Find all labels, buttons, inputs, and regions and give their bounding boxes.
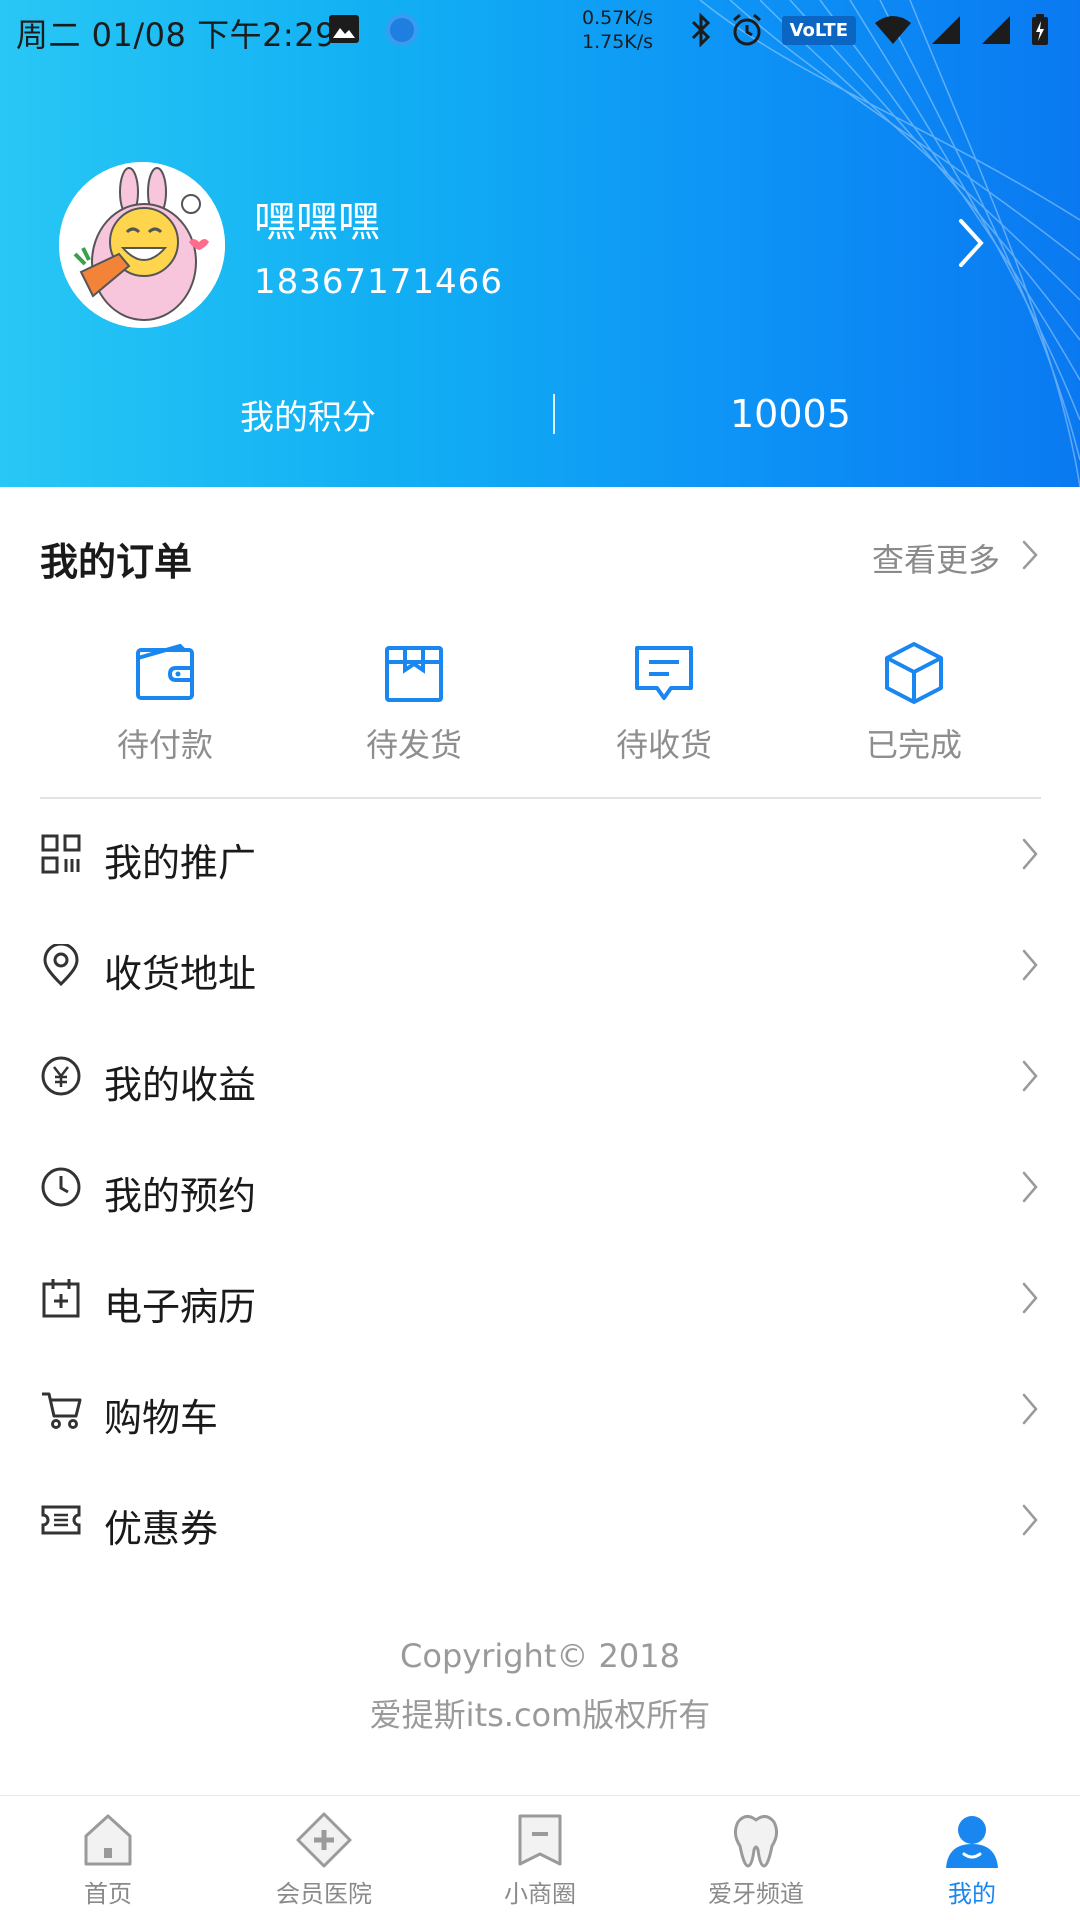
wallet-icon xyxy=(136,643,194,700)
menu-label: 我的预约 xyxy=(104,1174,257,1218)
yen-circle-icon xyxy=(41,1056,81,1096)
order-label: 待付款 xyxy=(116,726,213,764)
clock-icon xyxy=(41,1167,81,1207)
tab-dental-channel[interactable]: 爱牙频道 xyxy=(676,1810,836,1909)
tab-member-hospital[interactable]: 会员医院 xyxy=(244,1810,404,1909)
coupon-icon xyxy=(41,1505,81,1535)
user-phone: 18367171466 xyxy=(254,262,503,302)
orders-title: 我的订单 xyxy=(40,540,193,584)
orders-more-link[interactable]: 查看更多 xyxy=(872,535,1000,581)
package-icon xyxy=(385,646,443,702)
alarm-icon xyxy=(732,13,761,46)
menu-item-medical-records[interactable]: 电子病历 xyxy=(0,1244,1080,1354)
chevron-right-icon xyxy=(1022,1171,1038,1203)
status-icons: VoLTE xyxy=(690,12,1050,48)
user-name: 嘿嘿嘿 xyxy=(254,197,381,246)
points-label: 我的积分 xyxy=(240,398,376,438)
bookmark-icon xyxy=(518,1814,562,1866)
orders-divider xyxy=(40,797,1041,799)
user-icon xyxy=(946,1816,998,1868)
tab-label: 小商圈 xyxy=(504,1880,576,1908)
status-bar: 周二 01/08 下午2:29 0.57K/s 1.75K/s VoLTE xyxy=(0,0,1080,62)
tab-home[interactable]: 首页 xyxy=(28,1810,188,1909)
battery-icon xyxy=(1032,14,1048,45)
tab-label: 会员医院 xyxy=(276,1880,372,1908)
status-time: 周二 01/08 下午2:29 xyxy=(16,16,336,54)
avatar[interactable] xyxy=(59,162,225,328)
wifi-icon xyxy=(875,16,911,44)
chevron-right-icon xyxy=(1022,1504,1038,1536)
chevron-right-icon[interactable] xyxy=(1022,540,1038,570)
bottom-tab-bar: 首页 会员医院 小商圈 爱牙频道 我的 xyxy=(0,1795,1080,1920)
menu-label: 我的收益 xyxy=(104,1063,257,1107)
speed-down: 1.75K/s xyxy=(582,31,654,53)
home-icon xyxy=(84,1814,132,1866)
profile-chevron-right-icon[interactable] xyxy=(958,218,984,268)
menu-label: 收货地址 xyxy=(104,952,257,996)
copyright-owner: 爱提斯its.com版权所有 xyxy=(369,1696,711,1734)
avatar-image xyxy=(59,162,225,328)
tab-label: 我的 xyxy=(948,1880,996,1908)
order-pending-shipment[interactable]: 待发货 xyxy=(334,640,494,766)
chevron-right-icon xyxy=(1022,1060,1038,1092)
order-completed[interactable]: 已完成 xyxy=(834,640,994,766)
menu-item-appointments[interactable]: 我的预约 xyxy=(0,1133,1080,1243)
tab-label: 爱牙频道 xyxy=(708,1880,804,1908)
chevron-right-icon xyxy=(1022,1393,1038,1425)
header-wave-decoration xyxy=(699,0,1080,487)
message-icon xyxy=(635,646,693,700)
chevron-right-icon xyxy=(1022,838,1038,870)
copyright: Copyright© 2018 xyxy=(400,1637,680,1675)
points-value: 10005 xyxy=(730,392,851,436)
order-pending-receipt[interactable]: 待收货 xyxy=(584,640,744,766)
chevron-right-icon xyxy=(1022,949,1038,981)
order-pending-payment[interactable]: 待付款 xyxy=(85,640,245,766)
app-notification-icon xyxy=(386,14,418,46)
tab-mine[interactable]: 我的 xyxy=(892,1810,1052,1909)
signal-icon-1 xyxy=(932,16,960,44)
menu-item-coupons[interactable]: 优惠券 xyxy=(0,1466,1080,1576)
order-label: 待发货 xyxy=(365,726,462,764)
calendar-plus-icon xyxy=(42,1279,80,1318)
cube-icon xyxy=(885,642,943,704)
menu-item-cart[interactable]: 购物车 xyxy=(0,1355,1080,1465)
network-speed: 0.57K/s 1.75K/s xyxy=(582,6,653,54)
menu-label: 优惠券 xyxy=(104,1507,219,1551)
menu-label: 我的推广 xyxy=(104,841,257,885)
tab-business-circle[interactable]: 小商圈 xyxy=(460,1810,620,1909)
image-notification-icon xyxy=(329,15,359,43)
speed-up: 0.57K/s xyxy=(582,7,654,29)
menu-item-address[interactable]: 收货地址 xyxy=(0,911,1080,1021)
menu-item-earnings[interactable]: 我的收益 xyxy=(0,1022,1080,1132)
menu-label: 电子病历 xyxy=(104,1285,257,1329)
order-label: 已完成 xyxy=(865,726,962,764)
tooth-icon xyxy=(733,1815,779,1868)
order-label: 待收货 xyxy=(615,726,712,764)
bluetooth-icon xyxy=(691,13,710,47)
hospital-icon xyxy=(296,1812,352,1868)
qr-grid-icon xyxy=(41,834,81,874)
tab-label: 首页 xyxy=(84,1880,132,1908)
chevron-right-icon xyxy=(1022,1282,1038,1314)
cart-icon xyxy=(42,1392,82,1429)
location-pin-icon xyxy=(43,944,79,986)
volte-badge: VoLTE xyxy=(781,15,856,45)
points-divider xyxy=(553,394,555,434)
signal-icon-2 xyxy=(982,16,1010,44)
menu-label: 购物车 xyxy=(104,1396,219,1440)
menu-item-promotion[interactable]: 我的推广 xyxy=(0,800,1080,910)
